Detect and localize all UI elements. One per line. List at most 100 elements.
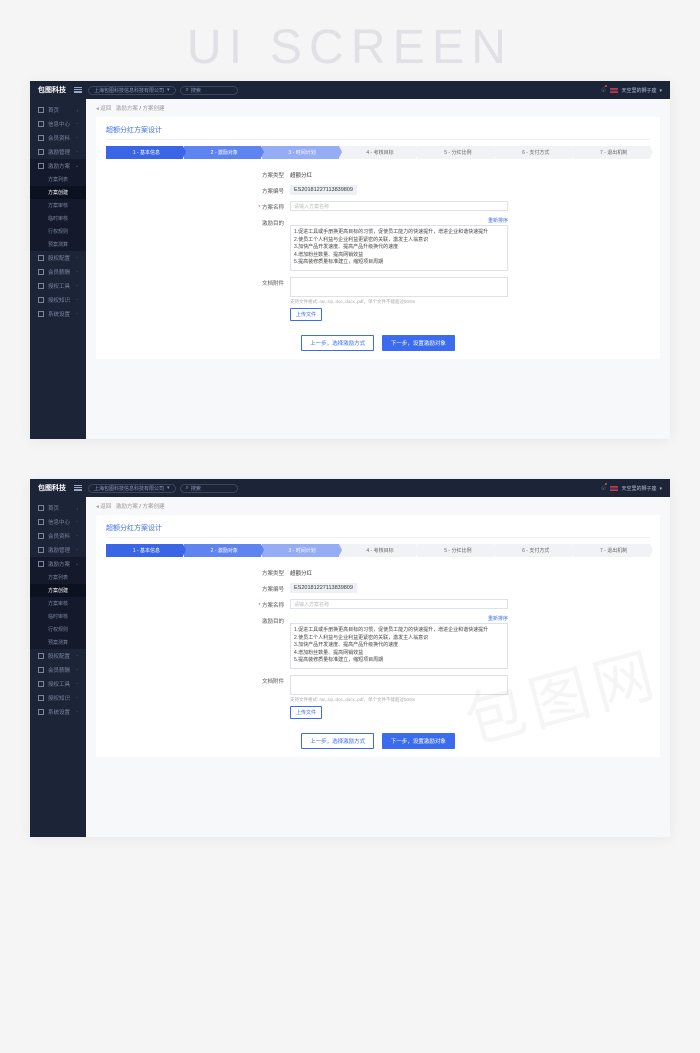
step-5[interactable]: 5 - 分红比例 — [417, 146, 494, 159]
sidebar-item-plan[interactable]: 激励方案^ — [30, 557, 86, 571]
company-select[interactable]: 上海包图科技信息科技有限公司 — [88, 484, 176, 493]
sub-review[interactable]: 方案审核 — [30, 597, 86, 610]
sub-calc[interactable]: 预案测算 — [30, 636, 86, 649]
type-value: 超额分红 — [290, 567, 508, 577]
sub-calc[interactable]: 预案测算 — [30, 238, 86, 251]
brand-logo: 包图科技 — [38, 85, 66, 95]
name-label: 方案名称 — [248, 201, 290, 211]
step-6[interactable]: 6 - 支付方式 — [495, 146, 572, 159]
user-menu[interactable]: 天空里的狮子座 — [621, 485, 662, 492]
upload-button[interactable]: 上传文件 — [290, 308, 322, 321]
step-3[interactable]: 3 - 时间计划 — [262, 544, 339, 557]
step-1[interactable]: 1 - 基本信息 — [106, 146, 183, 159]
sub-temp[interactable]: 临时审核 — [30, 212, 86, 225]
file-label: 文档附件 — [248, 277, 290, 287]
sub-list[interactable]: 方案列表 — [30, 173, 86, 186]
sidebar-item-home[interactable]: 首页› — [30, 103, 86, 117]
bell-icon[interactable]: ♧ — [600, 484, 606, 492]
type-label: 方案类型 — [248, 169, 290, 179]
goal-label: 激励目的 — [248, 217, 290, 227]
bell-icon[interactable]: ♧ — [600, 86, 606, 94]
reorder-link[interactable]: 重新排序 — [488, 615, 508, 622]
code-value: ES20181227113839809 — [290, 185, 357, 195]
file-hint: 支持文件格式:.rar,.zip,.doc,.docx,.pdf，单个文件不能超… — [290, 299, 508, 305]
sidebar-item-home[interactable]: 首页› — [30, 501, 86, 515]
type-value: 超额分红 — [290, 169, 508, 179]
sidebar-item-salary[interactable]: 会员薪酬ˇ — [30, 265, 86, 279]
file-dropzone[interactable] — [290, 675, 508, 695]
company-select[interactable]: 上海包图科技信息科技有限公司 — [88, 86, 176, 95]
main-content: ◂ 返回 激励方案 / 方案创建 超额分红方案设计 1 - 基本信息 2 - 激… — [86, 497, 670, 837]
goals-textarea[interactable]: 1.促进工具或手册换更高目标的习惯，促使员工能力的快速提升，增进企业和谐快速提升… — [290, 623, 508, 669]
menu-icon[interactable] — [74, 87, 82, 93]
next-button[interactable]: 下一步，设置激励对象 — [382, 335, 455, 351]
back-link[interactable]: ◂ 返回 — [96, 106, 111, 112]
sidebar-item-manage[interactable]: 激励管理ˇ — [30, 145, 86, 159]
code-label: 方案编号 — [248, 185, 290, 195]
header-bar: 包图科技 上海包图科技信息科技有限公司 搜索 ♧ 天空里的狮子座 — [30, 81, 670, 99]
step-5[interactable]: 5 - 分红比例 — [417, 544, 494, 557]
step-4[interactable]: 4 - 考核目标 — [340, 146, 417, 159]
sub-rule[interactable]: 行权规则 — [30, 225, 86, 238]
file-label: 文档附件 — [248, 675, 290, 685]
sidebar-item-manage[interactable]: 激励管理ˇ — [30, 543, 86, 557]
next-button[interactable]: 下一步，设置激励对象 — [382, 733, 455, 749]
step-4[interactable]: 4 - 考核目标 — [340, 544, 417, 557]
sidebar: 首页› 信息中心ˇ 会员资料ˇ 激励管理ˇ 激励方案^ 方案列表 方案创建 方案… — [30, 99, 86, 439]
sub-create[interactable]: 方案创建 — [30, 584, 86, 597]
sidebar-item-info[interactable]: 信息中心ˇ — [30, 117, 86, 131]
form: 方案类型 超额分红 方案编号 ES20181227113839809 方案名称 … — [248, 169, 508, 351]
goals-textarea[interactable]: 1.促进工具或手册换更高目标的习惯，促使员工能力的快速提升，增进企业和谐快速提升… — [290, 225, 508, 271]
step-2[interactable]: 2 - 激励对象 — [184, 544, 261, 557]
sidebar-item-know[interactable]: 授权知识ˇ — [30, 691, 86, 705]
sidebar: 首页› 信息中心ˇ 会员资料ˇ 激励管理ˇ 激励方案^ 方案列表 方案创建 方案… — [30, 497, 86, 837]
step-2[interactable]: 2 - 激励对象 — [184, 146, 261, 159]
step-7[interactable]: 7 - 退出机制 — [573, 146, 650, 159]
step-3[interactable]: 3 - 时间计划 — [262, 146, 339, 159]
main-content: ◂ 返回 激励方案 / 方案创建 超额分红方案设计 1 - 基本信息 2 - 激… — [86, 99, 670, 439]
sidebar-item-info[interactable]: 信息中心ˇ — [30, 515, 86, 529]
sub-list[interactable]: 方案列表 — [30, 571, 86, 584]
sidebar-submenu: 方案列表 方案创建 方案审核 临时审核 行权规则 预案测算 — [30, 173, 86, 251]
flag-icon — [610, 486, 618, 491]
reorder-link[interactable]: 重新排序 — [488, 217, 508, 224]
step-7[interactable]: 7 - 退出机制 — [573, 544, 650, 557]
sub-review[interactable]: 方案审核 — [30, 199, 86, 212]
sub-create[interactable]: 方案创建 — [30, 186, 86, 199]
sub-rule[interactable]: 行权规则 — [30, 623, 86, 636]
sidebar-item-know[interactable]: 授权知识ˇ — [30, 293, 86, 307]
search-input[interactable]: 搜索 — [180, 484, 238, 493]
prev-button[interactable]: 上一步，选择激励方式 — [301, 733, 374, 749]
prev-button[interactable]: 上一步，选择激励方式 — [301, 335, 374, 351]
user-menu[interactable]: 天空里的狮子座 — [621, 87, 662, 94]
back-link[interactable]: ◂ 返回 — [96, 504, 111, 510]
upload-button[interactable]: 上传文件 — [290, 706, 322, 719]
sidebar-item-tool[interactable]: 授权工具ˇ — [30, 279, 86, 293]
sidebar-item-setting[interactable]: 系统设置ˇ — [30, 705, 86, 719]
name-input[interactable]: 请输入方案名称 — [290, 599, 508, 609]
search-input[interactable]: 搜索 — [180, 86, 238, 95]
breadcrumb: ◂ 返回 激励方案 / 方案创建 — [86, 497, 670, 515]
bg-title: UI SCREEN — [0, 20, 700, 75]
screenshot-window: 包图科技 上海包图科技信息科技有限公司 搜索 ♧ 天空里的狮子座 首页› 信息中… — [30, 81, 670, 439]
sidebar-item-equity[interactable]: 股权配置ˇ — [30, 649, 86, 663]
sidebar-item-member[interactable]: 会员资料ˇ — [30, 131, 86, 145]
step-6[interactable]: 6 - 支付方式 — [495, 544, 572, 557]
screenshot-window: 包图科技 上海包图科技信息科技有限公司 搜索 ♧ 天空里的狮子座 首页› 信息中… — [30, 479, 670, 837]
type-label: 方案类型 — [248, 567, 290, 577]
name-input[interactable]: 请输入方案名称 — [290, 201, 508, 211]
sidebar-item-equity[interactable]: 股权配置ˇ — [30, 251, 86, 265]
sub-temp[interactable]: 临时审核 — [30, 610, 86, 623]
sidebar-item-setting[interactable]: 系统设置ˇ — [30, 307, 86, 321]
file-hint: 支持文件格式:.rar,.zip,.doc,.docx,.pdf，单个文件不能超… — [290, 697, 508, 703]
menu-icon[interactable] — [74, 485, 82, 491]
sidebar-item-plan[interactable]: 激励方案^ — [30, 159, 86, 173]
sidebar-item-tool[interactable]: 授权工具ˇ — [30, 677, 86, 691]
step-bar: 1 - 基本信息 2 - 激励对象 3 - 时间计划 4 - 考核目标 5 - … — [106, 146, 650, 159]
breadcrumb: ◂ 返回 激励方案 / 方案创建 — [86, 99, 670, 117]
sidebar-item-member[interactable]: 会员资料ˇ — [30, 529, 86, 543]
step-1[interactable]: 1 - 基本信息 — [106, 544, 183, 557]
form: 方案类型 超额分红 方案编号 ES20181227113839809 方案名称 … — [248, 567, 508, 749]
file-dropzone[interactable] — [290, 277, 508, 297]
sidebar-item-salary[interactable]: 会员薪酬ˇ — [30, 663, 86, 677]
